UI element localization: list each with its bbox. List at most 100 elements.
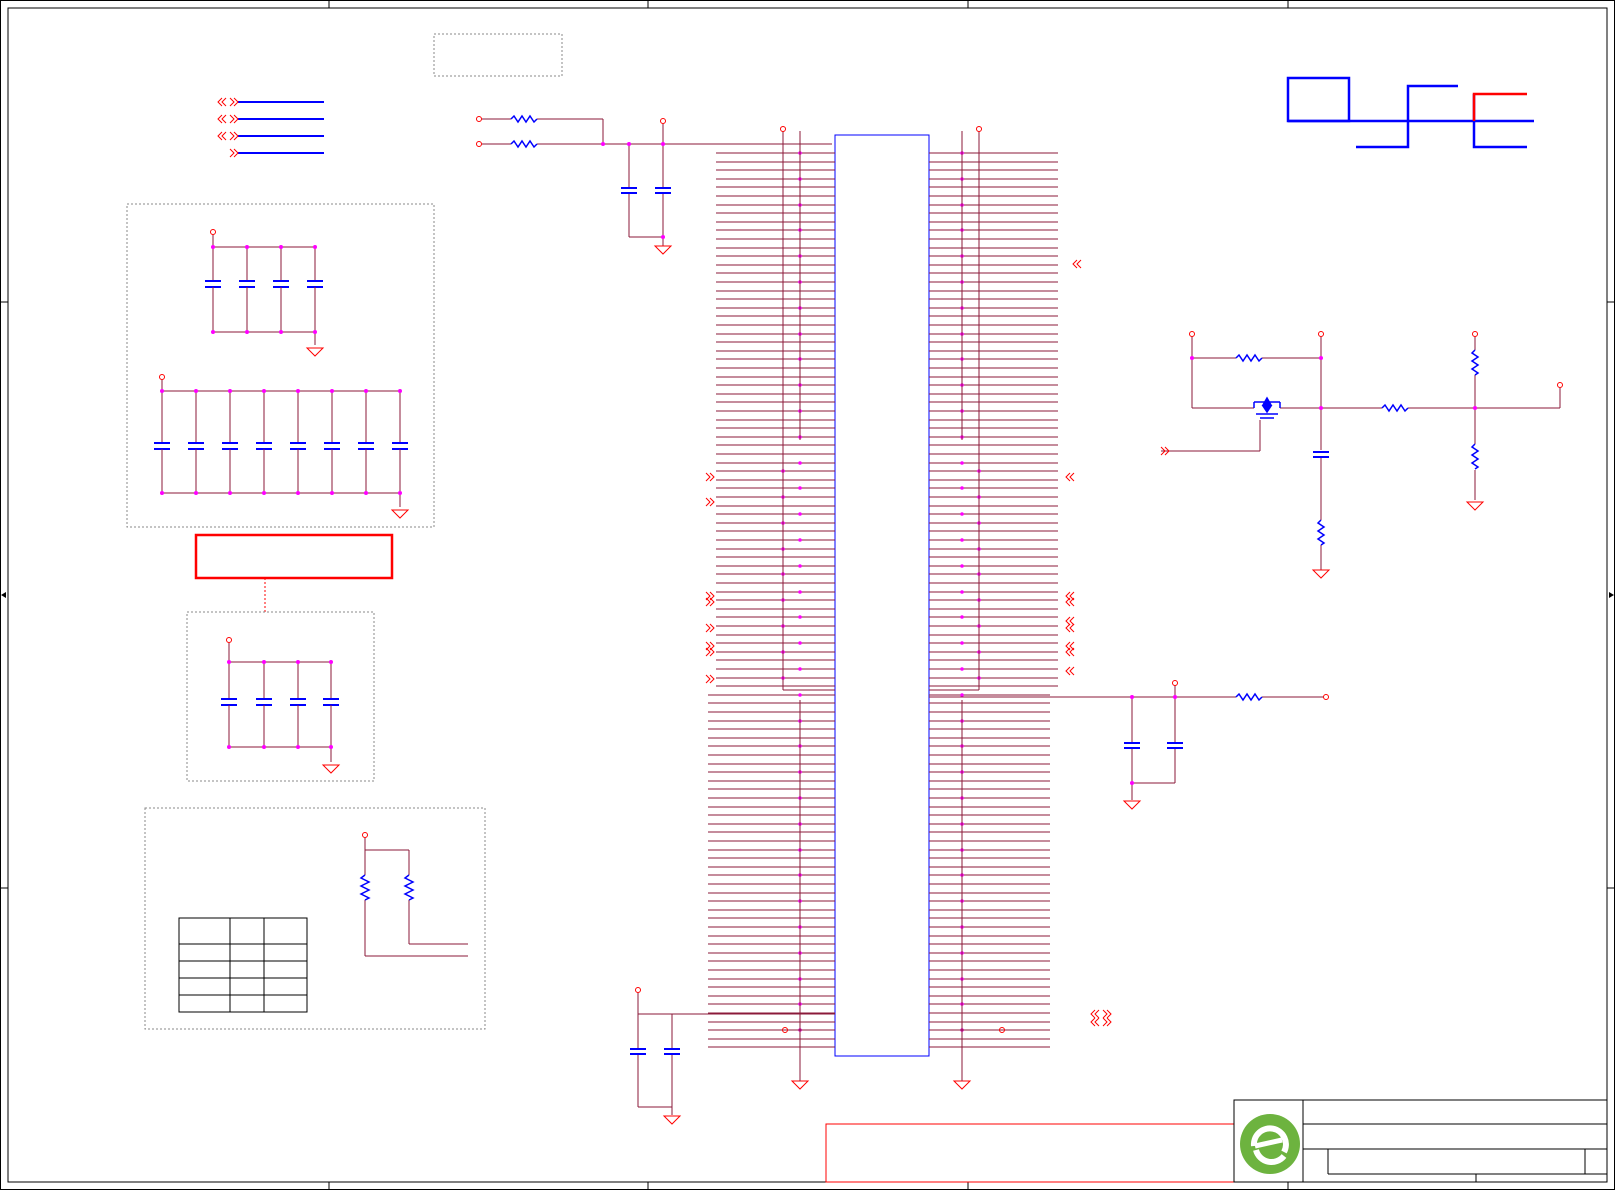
double-chevron-icon xyxy=(217,97,239,107)
top-right-diagram xyxy=(1286,76,1534,149)
decoupling-block-2 xyxy=(186,611,375,782)
bottom-decoupling xyxy=(630,987,835,1125)
main-ic xyxy=(705,126,1112,1090)
junction-dot xyxy=(296,660,300,664)
double-chevron-icon xyxy=(1102,1009,1108,1019)
junction-dot xyxy=(262,389,266,393)
double-chevron-icon xyxy=(705,497,711,507)
ground-symbol-icon xyxy=(790,1080,810,1090)
power-pin-icon xyxy=(635,987,641,993)
resistor-symbol xyxy=(510,139,538,149)
power-pin-icon xyxy=(476,141,482,147)
junction-dot xyxy=(798,512,802,516)
schematic-canvas xyxy=(0,0,1615,1190)
decoupling-block-1 xyxy=(126,203,435,528)
junction-dot xyxy=(245,245,249,249)
strap-config-block xyxy=(144,807,486,1030)
junction-dot xyxy=(329,660,333,664)
power-pin-icon xyxy=(362,832,368,838)
power-pin-icon xyxy=(660,118,666,124)
junction-dot xyxy=(798,538,802,542)
power-pin-icon xyxy=(476,116,482,122)
power-pin-icon xyxy=(1189,331,1195,337)
junction-dot xyxy=(262,660,266,664)
junction-dot xyxy=(262,745,266,749)
junction-dot xyxy=(227,745,231,749)
junction-dot xyxy=(960,693,964,697)
resistor-symbol xyxy=(510,114,538,124)
resistor-symbol xyxy=(1235,353,1263,363)
junction-dot xyxy=(798,615,802,619)
junction-dot xyxy=(960,615,964,619)
junction-dot xyxy=(798,486,802,490)
strap-table xyxy=(178,917,308,1013)
double-chevron-icon xyxy=(1069,623,1075,633)
junction-dot xyxy=(960,641,964,645)
double-chevron-icon xyxy=(1069,472,1075,482)
junction-dot xyxy=(798,667,802,671)
double-chevron-icon xyxy=(217,131,239,141)
junction-dot xyxy=(798,461,802,465)
double-chevron-icon xyxy=(229,148,239,158)
junction-dot xyxy=(211,330,215,334)
dashed-placeholder-box xyxy=(433,33,563,77)
resistor-symbol xyxy=(1470,443,1480,470)
ground-symbol-icon xyxy=(653,245,673,255)
double-chevron-icon xyxy=(1069,647,1075,657)
ground-symbol-icon xyxy=(305,347,325,357)
power-pin-icon xyxy=(780,126,786,132)
double-chevron-icon xyxy=(1094,1009,1100,1019)
junction-dot xyxy=(960,512,964,516)
junction-dot xyxy=(330,389,334,393)
junction-dot xyxy=(960,538,964,542)
company-logo-icon xyxy=(1240,1114,1300,1174)
junction-dot xyxy=(798,590,802,594)
frame-zone-arrows xyxy=(1,592,1614,598)
power-pin-icon xyxy=(1323,694,1329,700)
bottom-note-box xyxy=(825,1123,1235,1183)
double-chevron-icon xyxy=(1069,597,1075,607)
junction-dot xyxy=(245,330,249,334)
ground-symbol-icon xyxy=(662,1115,682,1125)
resistor-symbol xyxy=(1470,349,1480,376)
power-switch-circuit xyxy=(1160,331,1563,579)
junction-dot xyxy=(279,330,283,334)
power-pin-icon xyxy=(226,637,232,643)
mosfet-symbol xyxy=(1253,396,1281,419)
junction-dot xyxy=(296,745,300,749)
ground-symbol-icon xyxy=(952,1080,972,1090)
double-chevron-icon xyxy=(705,472,711,482)
junction-dot xyxy=(228,491,232,495)
right-mid-filter xyxy=(929,680,1329,810)
junction-dot xyxy=(160,389,164,393)
junction-dot xyxy=(798,693,802,697)
power-pin-icon xyxy=(210,229,216,235)
double-chevron-icon xyxy=(1069,666,1075,676)
junction-dot xyxy=(194,389,198,393)
junction-dot xyxy=(960,461,964,465)
junction-dot xyxy=(398,389,402,393)
junction-dot xyxy=(227,660,231,664)
resistor-symbol xyxy=(1316,519,1326,546)
ground-symbol-icon xyxy=(321,764,341,774)
junction-dot xyxy=(798,564,802,568)
double-chevron-icon xyxy=(217,114,239,124)
ground-symbol-icon xyxy=(1465,501,1485,511)
power-pin-icon xyxy=(976,126,982,132)
note-box-red xyxy=(194,533,394,580)
junction-dot xyxy=(960,667,964,671)
junction-dot xyxy=(960,486,964,490)
resistor-symbol xyxy=(1381,403,1409,413)
junction-dot xyxy=(194,491,198,495)
junction-dot xyxy=(364,389,368,393)
junction-dot xyxy=(960,564,964,568)
power-pin-icon xyxy=(1318,331,1324,337)
double-chevron-icon xyxy=(1076,259,1082,269)
double-chevron-icon xyxy=(705,623,711,633)
junction-dot xyxy=(330,491,334,495)
junction-dot xyxy=(798,641,802,645)
ground-symbol-icon xyxy=(1122,800,1142,810)
power-input-filter xyxy=(476,114,832,255)
junction-dot xyxy=(313,245,317,249)
junction-dot xyxy=(364,491,368,495)
